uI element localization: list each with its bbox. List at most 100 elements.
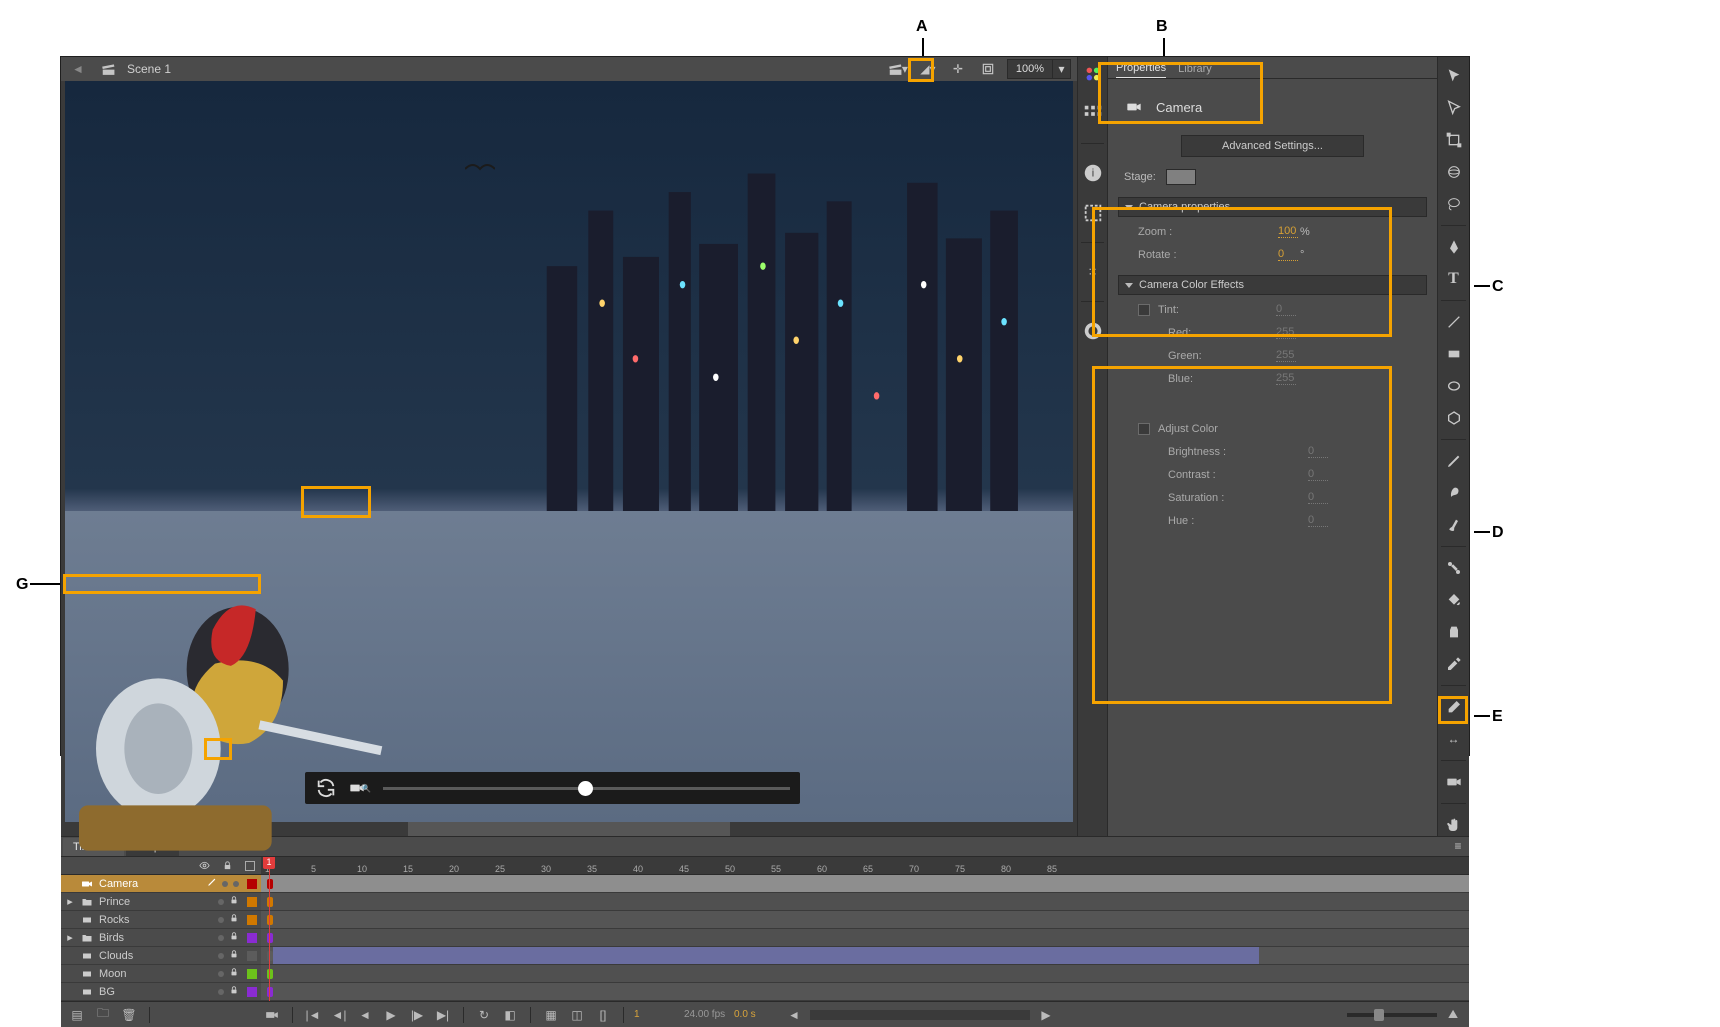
onion-skin-button[interactable]: ◧ [500, 1006, 520, 1024]
expand-triangle-icon[interactable]: ▸ [65, 895, 75, 908]
step-back-button[interactable]: ◄| [329, 1006, 349, 1024]
oval-tool[interactable] [1443, 375, 1465, 397]
text-tool[interactable]: T [1443, 268, 1465, 290]
layer-color-swatch[interactable] [247, 987, 257, 997]
edit-scene-icon[interactable]: ▾ [887, 59, 909, 79]
fit-timeline-button[interactable]: ⛰ [1443, 1006, 1463, 1024]
align-panel-icon[interactable] [1082, 103, 1104, 125]
keyframe[interactable] [267, 897, 273, 907]
keyframe[interactable] [267, 915, 273, 925]
layer-color-swatch[interactable] [247, 969, 257, 979]
blue-value[interactable]: 255 [1276, 372, 1296, 385]
stage-color-swatch[interactable] [1166, 169, 1196, 185]
track-row[interactable] [261, 965, 1469, 983]
new-folder-button[interactable]: 🗀 [93, 1006, 113, 1024]
tint-value[interactable]: 0 [1276, 303, 1296, 316]
expand-triangle-icon[interactable]: ▸ [65, 931, 75, 944]
layer-color-swatch[interactable] [247, 879, 257, 889]
go-last-frame-button[interactable]: ▶| [433, 1006, 453, 1024]
edit-multiple-frames-button[interactable]: ▦ [541, 1006, 561, 1024]
layer-row-bg[interactable]: BG [61, 983, 261, 1001]
clip-stage-button[interactable] [977, 59, 999, 79]
loop-button[interactable]: ↻ [474, 1006, 494, 1024]
pen-tool[interactable] [1443, 236, 1465, 258]
frame-ruler[interactable]: 1510152025303540455055606570758085 [261, 857, 1469, 875]
playhead[interactable]: 1 [269, 857, 270, 1001]
tween-span[interactable] [273, 947, 1259, 964]
camera-properties-header[interactable]: Camera properties [1118, 197, 1427, 217]
timeline-h-scroll[interactable] [810, 1010, 1030, 1020]
free-transform-tool[interactable] [1443, 129, 1465, 151]
layer-color-swatch[interactable] [247, 915, 257, 925]
layer-row-camera[interactable]: Camera [61, 875, 261, 893]
current-frame-readout[interactable]: 1 [634, 1009, 678, 1020]
width-tool[interactable]: ↔ [1443, 728, 1465, 750]
eyedropper-tool[interactable] [1443, 653, 1465, 675]
track-row[interactable] [261, 947, 1469, 965]
go-first-frame-button[interactable]: |◄ [303, 1006, 323, 1024]
tab-properties[interactable]: Properties [1116, 62, 1166, 78]
stage-canvas[interactable]: 🔍 [65, 81, 1073, 822]
selection-tool[interactable] [1443, 65, 1465, 87]
hue-value[interactable]: 0 [1308, 514, 1328, 527]
advanced-settings-button[interactable]: Advanced Settings... [1181, 135, 1364, 157]
cc-libraries-icon[interactable] [1082, 320, 1104, 342]
center-stage-icon[interactable]: ✛ [947, 59, 969, 79]
contrast-value[interactable]: 0 [1308, 468, 1328, 481]
keyframe[interactable] [267, 879, 273, 889]
lock-toggle[interactable] [229, 949, 239, 962]
bone-tool[interactable] [1443, 557, 1465, 579]
timeline-zoom-slider[interactable] [1347, 1013, 1437, 1017]
brightness-value[interactable]: 0 [1308, 445, 1328, 458]
polystar-tool[interactable] [1443, 407, 1465, 429]
track-row[interactable] [261, 983, 1469, 1001]
visibility-toggle[interactable] [218, 899, 224, 905]
keyframe[interactable] [267, 987, 273, 997]
camera-rotate-button[interactable] [315, 777, 337, 799]
green-value[interactable]: 255 [1276, 349, 1296, 362]
subselect-tool[interactable] [1443, 97, 1465, 119]
color-swatches-icon[interactable] [1082, 63, 1104, 85]
eraser-tool[interactable] [1443, 696, 1465, 718]
camera-zoom-slider-knob[interactable] [578, 781, 593, 796]
scroll-right-button[interactable]: ▶ [1036, 1006, 1056, 1024]
rectangle-tool[interactable] [1443, 343, 1465, 365]
lock-toggle[interactable] [229, 895, 239, 908]
fps-readout[interactable]: 24.00 fps [684, 1009, 728, 1020]
visibility-toggle[interactable] [218, 917, 224, 923]
onion-markers-button[interactable]: [] [593, 1006, 613, 1024]
rotate-value-field[interactable]: 0 [1278, 248, 1298, 261]
outline-header-icon[interactable] [245, 861, 255, 871]
elapsed-time-readout[interactable]: 0.0 s [734, 1009, 778, 1020]
layer-row-moon[interactable]: Moon [61, 965, 261, 983]
lock-toggle[interactable] [233, 881, 239, 887]
red-value[interactable]: 255 [1276, 326, 1296, 339]
layer-row-clouds[interactable]: Clouds [61, 947, 261, 965]
play-button[interactable]: ▶ [381, 1006, 401, 1024]
visibility-toggle[interactable] [218, 953, 224, 959]
visibility-toggle[interactable] [222, 881, 228, 887]
hand-tool[interactable] [1443, 814, 1465, 836]
visibility-toggle[interactable] [218, 989, 224, 995]
lasso-tool[interactable] [1443, 193, 1465, 215]
camera-zoom-slider[interactable] [383, 787, 790, 790]
delete-layer-button[interactable]: 🗑 [119, 1006, 139, 1024]
layer-color-swatch[interactable] [247, 897, 257, 907]
scene-clapper-icon[interactable] [97, 59, 119, 79]
pencil-tool[interactable] [1443, 450, 1465, 472]
play-back-button[interactable]: ◄ [355, 1006, 375, 1024]
adjust-color-checkbox[interactable] [1138, 423, 1150, 435]
brush-tool[interactable] [1443, 514, 1465, 536]
stage-zoom-dropdown[interactable]: 100% ▾ [1007, 59, 1071, 79]
layer-row-rocks[interactable]: Rocks [61, 911, 261, 929]
keyframe[interactable] [267, 933, 273, 943]
layer-color-swatch[interactable] [247, 951, 257, 961]
camera-tool[interactable] [1443, 771, 1465, 793]
keyframe[interactable] [267, 969, 273, 979]
paint-brush-tool[interactable] [1443, 482, 1465, 504]
track-row[interactable] [261, 893, 1469, 911]
paint-bucket-tool[interactable] [1443, 589, 1465, 611]
camera-zoom-button[interactable]: 🔍 [349, 777, 371, 799]
track-row[interactable] [261, 929, 1469, 947]
track-row[interactable] [261, 875, 1469, 893]
